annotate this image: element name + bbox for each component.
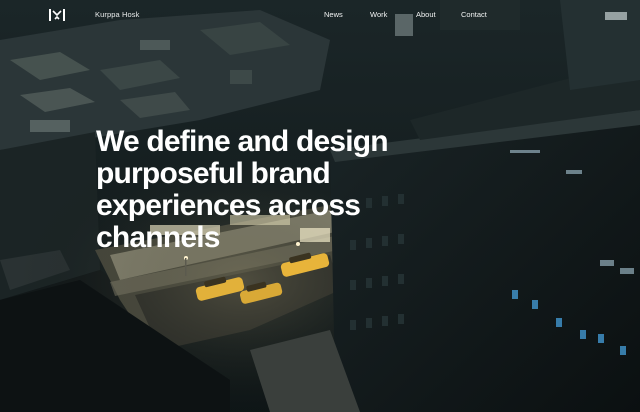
nav-link-about[interactable]: About	[416, 10, 436, 19]
hero-headline-line: channels	[96, 221, 220, 254]
hero-headline: We define and design purposeful brand ex…	[96, 126, 416, 254]
hero-headline-line: experiences across	[96, 189, 361, 222]
nav-link-news[interactable]: News	[324, 10, 343, 19]
nav-link-work[interactable]: Work	[370, 10, 387, 19]
main-navigation: News Work About Contact	[0, 10, 640, 22]
site-header: Kurppa Hosk News Work About Contact	[0, 0, 640, 30]
hero-headline-line: purposeful brand	[96, 157, 331, 190]
hero-headline-line: We define and design	[96, 125, 389, 158]
nav-link-contact[interactable]: Contact	[461, 10, 487, 19]
